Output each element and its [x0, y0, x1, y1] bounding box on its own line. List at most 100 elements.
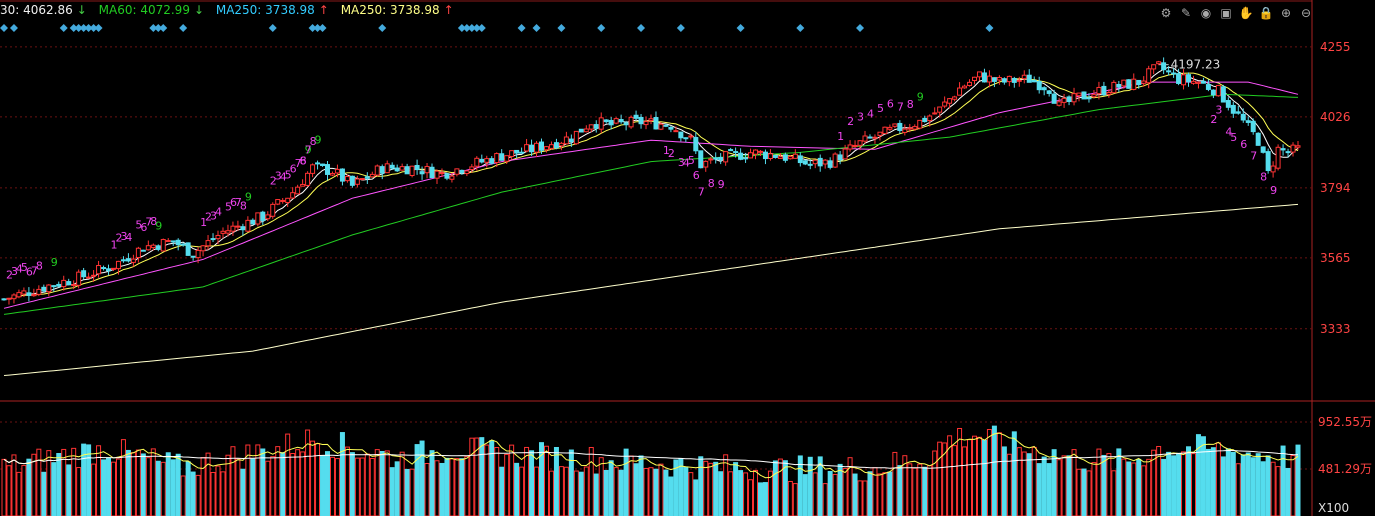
- volume-bar-down: [1081, 468, 1087, 516]
- candle-up: [61, 279, 67, 288]
- candle-down: [429, 166, 435, 179]
- volume-bar-up: [996, 432, 1002, 516]
- candle-down: [693, 137, 699, 152]
- volume-bar-up: [449, 458, 455, 516]
- lock-icon[interactable]: 🔒: [1258, 5, 1274, 21]
- td-down-count: 7: [698, 186, 705, 199]
- candle-down: [1051, 93, 1057, 104]
- zoom-out-icon[interactable]: ⊖: [1298, 5, 1314, 21]
- candle-up: [290, 192, 296, 199]
- candle-down: [1250, 120, 1256, 133]
- candle-down: [1176, 73, 1182, 84]
- candle-down: [827, 160, 833, 168]
- candle-down: [106, 268, 112, 272]
- candle-down: [762, 151, 768, 160]
- candle-up: [434, 170, 440, 179]
- volume-bar-up: [195, 474, 201, 516]
- candle-down: [339, 168, 345, 182]
- volume-bar-down: [683, 466, 689, 516]
- volume-bar-up: [643, 467, 649, 516]
- volume-bar-up: [927, 465, 933, 516]
- candle-up: [96, 265, 102, 275]
- volume-bar-down: [1161, 458, 1167, 516]
- candle-down: [593, 124, 599, 129]
- volume-bar-up: [832, 473, 838, 516]
- candle-up: [21, 290, 27, 295]
- candle-up: [787, 156, 793, 160]
- td-down-count: 5: [688, 154, 695, 167]
- td-down-count: 5: [1230, 131, 1237, 144]
- volume-bar-down: [320, 455, 326, 516]
- candle-down: [568, 138, 574, 143]
- volume-bar-up: [285, 433, 291, 516]
- candle-down: [743, 157, 749, 160]
- td-down-count: 7: [1250, 150, 1257, 163]
- kline-chart[interactable]: 4197.23 2345678 9123456789 1234 56789234567…: [0, 0, 1375, 516]
- candle-down: [1036, 80, 1042, 91]
- candle-up: [384, 163, 390, 174]
- pen-icon[interactable]: ✎: [1178, 5, 1194, 21]
- volume-bar-up: [857, 480, 863, 516]
- candle-down: [1255, 132, 1261, 146]
- candle-up: [628, 116, 634, 128]
- candle-down: [389, 164, 395, 169]
- ma10-line: [3, 72, 1299, 300]
- candle-down: [1066, 96, 1072, 103]
- volume-bar-up: [16, 471, 22, 516]
- candle-up: [942, 101, 948, 107]
- hand-icon[interactable]: ✋: [1238, 5, 1254, 21]
- td-up-count: 7: [897, 101, 904, 114]
- candle-up: [160, 239, 166, 252]
- candle-up: [1121, 79, 1127, 87]
- volume-bar-down: [1265, 455, 1271, 516]
- candle-down: [603, 119, 609, 123]
- candle-up: [1006, 75, 1012, 83]
- candle-up: [872, 136, 878, 139]
- volume-bar-down: [762, 482, 768, 516]
- td-up-count: 9: [917, 90, 924, 103]
- volume-bar-down: [125, 449, 131, 516]
- candle-down: [1220, 86, 1226, 103]
- volume-bar-up: [145, 457, 151, 516]
- chart-toolbar: ⚙ ✎ ◉ ▣ ✋ 🔒 ⊕ ⊖: [1158, 4, 1314, 22]
- candle-up: [31, 294, 37, 297]
- candle-down: [807, 163, 813, 166]
- zoom-in-icon[interactable]: ⊕: [1278, 5, 1294, 21]
- gear-icon[interactable]: ⚙: [1158, 5, 1174, 21]
- eye-icon[interactable]: ◉: [1198, 5, 1214, 21]
- volume-bar-up: [275, 446, 281, 516]
- price-tick-label: 3333: [1320, 322, 1351, 336]
- volume-bar-down: [489, 440, 495, 516]
- candle-down: [250, 219, 256, 225]
- candle-down: [514, 149, 520, 154]
- candle-down: [623, 122, 629, 126]
- candle-down: [26, 292, 32, 296]
- candle-up: [534, 142, 540, 153]
- candle-up: [887, 126, 893, 130]
- candle-up: [334, 168, 340, 174]
- candle-up: [767, 153, 773, 160]
- volume-bar-up: [1076, 468, 1082, 516]
- volume-bar-up: [110, 461, 116, 516]
- signal-marker: [557, 24, 566, 32]
- candle-up: [504, 155, 510, 162]
- image-icon[interactable]: ▣: [1218, 5, 1234, 21]
- candle-up: [1156, 61, 1162, 65]
- signal-marker: [517, 24, 526, 32]
- volume-bar-up: [688, 472, 694, 516]
- volume-bar-up: [399, 451, 405, 516]
- volume-bar-up: [822, 483, 828, 516]
- volume-bar-up: [862, 480, 868, 516]
- candle-down: [1200, 80, 1206, 84]
- candle-up: [165, 240, 171, 243]
- candle-down: [190, 255, 196, 258]
- volume-bar-down: [1026, 453, 1032, 516]
- volume-bar-up: [434, 460, 440, 516]
- candle-up: [1106, 92, 1112, 95]
- volume-bar-down: [514, 462, 520, 516]
- candle-up: [1076, 92, 1082, 97]
- volume-bar-down: [240, 468, 246, 516]
- signal-marker: [597, 24, 606, 32]
- candle-down: [728, 149, 734, 152]
- candle-down: [1136, 79, 1142, 86]
